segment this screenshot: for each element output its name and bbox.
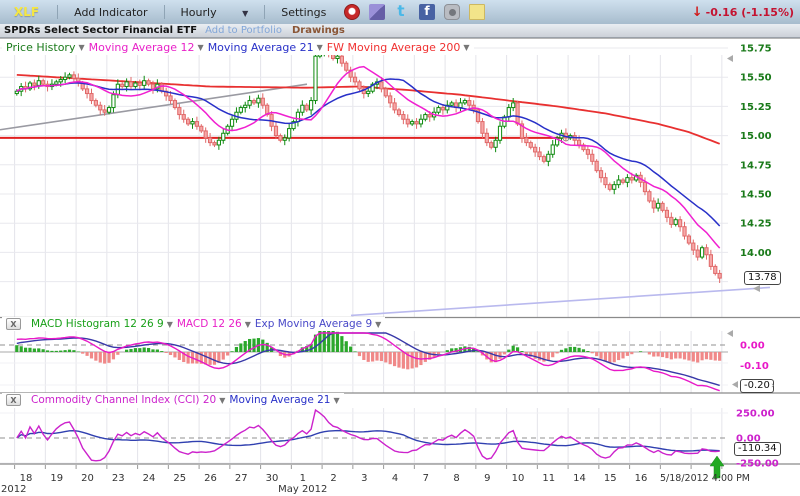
chart-canvas[interactable]: 15.75 15.50 15.25 15.00 14.75 14.50 14.25 14.00… [0, 0, 800, 496]
chevron-down-icon: ▼ [78, 43, 84, 52]
legend-ma12[interactable]: Moving Average 12 ▼ [89, 41, 204, 54]
price-panel-legend: Price History ▼ Moving Average 12 ▼ Movi… [2, 40, 474, 55]
svg-text:19: 19 [50, 473, 63, 484]
svg-text:250.00: 250.00 [736, 409, 775, 420]
cube-icon[interactable] [369, 4, 385, 20]
legend-label: FW Moving Average 200 [327, 41, 461, 54]
svg-text:-0.10: -0.10 [740, 361, 769, 372]
svg-text:3: 3 [361, 473, 367, 484]
svg-text:30: 30 [266, 473, 279, 484]
legend-label: MACD Histogram 12 26 9 [31, 318, 164, 330]
svg-text:15.25: 15.25 [740, 102, 772, 113]
legend-ma200[interactable]: FW Moving Average 200 ▼ [327, 41, 470, 54]
twitter-icon[interactable] [394, 4, 410, 20]
cci-value-badge: -110.34 [734, 442, 781, 456]
svg-text:7: 7 [423, 473, 429, 484]
svg-text:15.75: 15.75 [740, 44, 772, 55]
legend-macd-histogram[interactable]: MACD Histogram 12 26 9 ▼ [31, 318, 173, 330]
instrument-name: SPDRs Select Sector Financial ETF [4, 25, 197, 36]
drawings-menu[interactable]: Drawings [292, 25, 345, 36]
toolbar: XLF Add Indicator Hourly ▼ Settings ↓ -0… [0, 0, 800, 24]
close-cci-panel-button[interactable]: X [6, 394, 21, 406]
legend-label: Commodity Channel Index (CCI) 20 [31, 394, 216, 406]
facebook-icon[interactable] [419, 4, 435, 20]
svg-text:9: 9 [484, 473, 490, 484]
svg-text:14.25: 14.25 [740, 219, 772, 230]
legend-label: Moving Average 21 [208, 41, 314, 54]
chevron-down-icon: ▼ [463, 43, 469, 52]
svg-text:18: 18 [20, 473, 33, 484]
svg-text:2: 2 [330, 473, 336, 484]
symbol-info-bar: SPDRs Select Sector Financial ETF Add to… [0, 24, 800, 38]
legend-label: MACD 12 26 [177, 318, 242, 330]
macd-value-badge: -0.20 [740, 379, 774, 393]
symbol-label: XLF [14, 5, 39, 19]
legend-cci-ma[interactable]: Moving Average 21 ▼ [229, 394, 339, 406]
svg-text:14.75: 14.75 [740, 160, 772, 171]
svg-text:25: 25 [173, 473, 186, 484]
legend-price-history[interactable]: Price History ▼ [6, 41, 85, 54]
chevron-down-icon: ▼ [198, 43, 204, 52]
macd-panel-header: X MACD Histogram 12 26 9 ▼ MACD 12 26 ▼ … [2, 317, 385, 331]
last-price-badge: 13.78 [744, 271, 781, 285]
cci-panel-header: X Commodity Channel Index (CCI) 20 ▼ Mov… [2, 393, 344, 407]
add-indicator-button[interactable]: Add Indicator [66, 4, 155, 21]
charting-app: 15.75 15.50 15.25 15.00 14.75 14.50 14.25 14.00… [0, 0, 800, 496]
toolbar-divider [164, 5, 165, 19]
toolbar-icon-group [344, 4, 485, 20]
svg-text:10: 10 [512, 473, 525, 484]
add-to-portfolio-link[interactable]: Add to Portfolio [205, 25, 282, 36]
price-change-badge: ↓ -0.16 (-1.15%) [692, 5, 794, 20]
chevron-down-icon: ▼ [333, 396, 339, 405]
svg-text:27: 27 [235, 473, 248, 484]
svg-text:14: 14 [573, 473, 586, 484]
svg-text:16: 16 [635, 473, 648, 484]
macd-expand-icon[interactable]: › [771, 381, 775, 391]
camera-icon[interactable] [444, 4, 460, 20]
legend-cci-line[interactable]: Commodity Channel Index (CCI) 20 ▼ [31, 394, 225, 406]
svg-text:2012: 2012 [1, 484, 26, 495]
svg-text:24: 24 [143, 473, 156, 484]
svg-text:8: 8 [453, 473, 459, 484]
svg-text:20: 20 [81, 473, 94, 484]
legend-macd-signal[interactable]: Exp Moving Average 9 ▼ [255, 318, 381, 330]
toolbar-divider [57, 5, 58, 19]
svg-text:11: 11 [542, 473, 555, 484]
change-text: -0.16 (-1.15%) [706, 6, 794, 19]
chevron-down-icon: ▼ [219, 396, 225, 405]
notes-icon[interactable] [469, 4, 485, 20]
svg-text:4: 4 [392, 473, 398, 484]
svg-text:May 2012: May 2012 [278, 484, 327, 495]
timeframe-value: Hourly [181, 6, 217, 19]
chevron-down-icon: ▼ [375, 320, 381, 329]
chevron-down-icon: ▼ [245, 320, 251, 329]
svg-text:15.00: 15.00 [740, 131, 772, 142]
alerts-icon[interactable] [344, 4, 360, 20]
svg-text:15: 15 [604, 473, 617, 484]
svg-text:14.50: 14.50 [740, 190, 772, 201]
toolbar-divider [264, 5, 265, 19]
svg-text:23: 23 [112, 473, 125, 484]
chevron-down-icon: ▼ [242, 9, 248, 18]
chevron-down-icon: ▼ [167, 320, 173, 329]
close-macd-panel-button[interactable]: X [6, 318, 21, 330]
legend-ma21[interactable]: Moving Average 21 ▼ [208, 41, 323, 54]
timeframe-dropdown[interactable]: Hourly ▼ [173, 4, 257, 21]
svg-text:26: 26 [204, 473, 217, 484]
legend-label: Price History [6, 41, 75, 54]
legend-label: Moving Average 12 [89, 41, 195, 54]
svg-text:0.00: 0.00 [740, 341, 765, 352]
svg-text:-250.00: -250.00 [736, 459, 779, 470]
settings-button[interactable]: Settings [273, 4, 334, 21]
legend-macd-line[interactable]: MACD 12 26 ▼ [177, 318, 251, 330]
svg-text:14.00: 14.00 [740, 248, 772, 259]
last-bar-timestamp: 5/18/2012 4:00 PM [660, 473, 750, 484]
down-arrow-icon: ↓ [692, 5, 703, 20]
svg-text:15.50: 15.50 [740, 73, 772, 84]
svg-text:1: 1 [300, 473, 306, 484]
legend-label: Moving Average 21 [229, 394, 330, 406]
legend-label: Exp Moving Average 9 [255, 318, 372, 330]
chevron-down-icon: ▼ [317, 43, 323, 52]
